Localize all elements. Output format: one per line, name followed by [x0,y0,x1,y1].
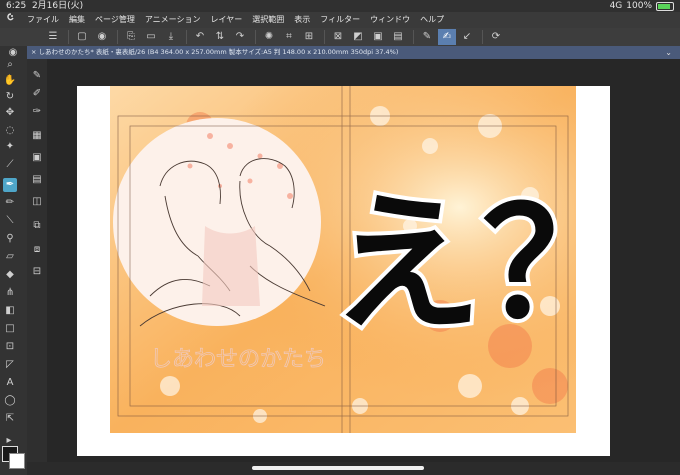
stack3-icon[interactable]: ⧈ [30,243,44,257]
zoom-icon[interactable]: ⌕ [3,58,17,72]
open-icon[interactable]: ▭ [142,29,160,45]
select-icon[interactable]: ▣ [369,29,387,45]
app-logo-icon[interactable] [0,12,22,29]
settings-icon[interactable]: ⟳ [487,29,505,45]
correct-icon[interactable]: ↙ [458,29,476,45]
menu-help[interactable]: ヘルプ [415,12,449,28]
title-outline: しあわせのかたち [150,347,326,372]
eyedropper-icon[interactable]: ⟋ [3,158,17,172]
document-tab[interactable]: × しあわせのかたち* 表紙・裏表紙/26 (B4 364.00 x 257.0… [27,46,680,59]
redo-icon[interactable]: ⇅ [211,29,229,45]
balloon-icon[interactable]: ◯ [3,394,17,408]
sub-color[interactable] [9,453,25,469]
chevron-down-icon[interactable]: ⌄ [665,46,672,59]
eraser-icon[interactable]: ▱ [3,250,17,264]
folder-icon[interactable]: ⊟ [30,265,44,279]
select-all-icon[interactable]: ⊞ [300,29,318,45]
tool-panel: ◉ ⌕ ✋ ↻ ✥ ◌ ✦ ⟋ ✒ ✏ ⟍ ⚲ ▱ ◆ ⋔ ◧ □ ⊡ ◸ A … [0,46,27,475]
menu-view[interactable]: 表示 [289,12,315,28]
brush-tool-icon[interactable]: ⟍ [3,214,17,228]
fill-tool-icon[interactable]: ◆ [3,268,17,282]
figure-icon[interactable]: □ [3,322,17,336]
menu-selection[interactable]: 選択範囲 [247,12,289,28]
menu-bar: ファイル 編集 ページ管理 アニメーション レイヤー 選択範囲 表示 フィルター… [0,12,680,28]
sub-tool-column: ✎ ✐ ✑ ▦ ▣ ▤ ◫ ⧉ ⧈ ⊟ [27,59,47,462]
battery-percent: 100% [626,1,652,11]
layer3-icon[interactable]: ▤ [30,173,44,187]
color-swatch[interactable] [2,446,25,469]
menu-icon[interactable]: ☰ [44,29,62,45]
blend-icon[interactable]: ⋔ [3,286,17,300]
redo-forward-icon[interactable]: ↷ [231,29,249,45]
new-icon[interactable]: ▢ [73,29,91,45]
home-indicator[interactable] [252,466,424,470]
airbrush-icon[interactable]: ⚲ [3,232,17,246]
layer-icon[interactable]: ▦ [30,129,44,143]
menu-page[interactable]: ページ管理 [90,12,140,28]
view-icon[interactable]: ◉ [93,29,111,45]
document-title: × しあわせのかたち* 表紙・裏表紙/26 (B4 364.00 x 257.0… [31,48,399,56]
sub-tool-pen-icon[interactable]: ✎ [30,69,44,83]
stack-icon[interactable]: ◫ [30,195,44,209]
layer2-icon[interactable]: ▣ [30,151,44,165]
lasso-icon[interactable]: ◌ [3,124,17,138]
status-time: 6:25 [6,1,27,11]
menu-edit[interactable]: 編集 [64,12,90,28]
save-icon[interactable]: ⤓ [162,29,180,45]
crop-icon[interactable]: ⌗ [280,29,298,45]
menu-file[interactable]: ファイル [22,12,64,28]
menu-layer[interactable]: レイヤー [206,12,248,28]
text-icon[interactable]: A [3,376,17,390]
frame-icon[interactable]: ⊡ [3,340,17,354]
sub-tool-pen3-icon[interactable]: ✑ [30,105,44,119]
big-exclamation-text: え？ [332,178,576,352]
network-label: 4G [609,1,623,11]
brush-icon[interactable]: ✍ [438,29,456,45]
menu-filter[interactable]: フィルター [315,12,365,28]
ruler-icon[interactable]: ◸ [3,358,17,372]
magic-wand-icon[interactable]: ✦ [3,140,17,154]
export-icon[interactable]: ⎘ [122,29,140,45]
gradient-icon[interactable]: ◧ [3,304,17,318]
fill-icon[interactable]: ⊠ [329,29,347,45]
undo-icon[interactable]: ↶ [191,29,209,45]
rotate-icon[interactable]: ↻ [3,90,17,104]
stack2-icon[interactable]: ⧉ [30,219,44,233]
menu-window[interactable]: ウィンドウ [365,12,415,28]
hand-icon[interactable]: ✋ [3,74,17,88]
battery-icon [656,1,674,11]
invert-icon[interactable]: ▤ [389,29,407,45]
artwork[interactable]: しあわせのかたち え？ [110,86,576,433]
pen-icon[interactable]: ✒ [3,178,17,192]
status-time-date: 6:25 2月16日(火) [6,0,83,12]
pencil-icon[interactable]: ✏ [3,196,17,210]
correct-line-icon[interactable]: ⇱ [3,412,17,426]
status-bar: 6:25 2月16日(火) 4G 100% [0,0,680,12]
status-date: 2月16日(火) [31,1,84,11]
sub-tool-pen2-icon[interactable]: ✐ [30,87,44,101]
pen-tool-icon[interactable]: ✎ [418,29,436,45]
menu-animation[interactable]: アニメーション [140,12,206,28]
command-bar: ☰ ▢ ◉ ⎘ ▭ ⤓ ↶ ⇅ ↷ ✺ ⌗ ⊞ ⊠ ◩ ▣ ▤ ✎ ✍ ↙ ⟳ [0,28,680,47]
status-right: 4G 100% [610,0,674,12]
clear-icon[interactable]: ◩ [349,29,367,45]
transform-icon[interactable]: ✺ [260,29,278,45]
move-icon[interactable]: ✥ [3,106,17,120]
